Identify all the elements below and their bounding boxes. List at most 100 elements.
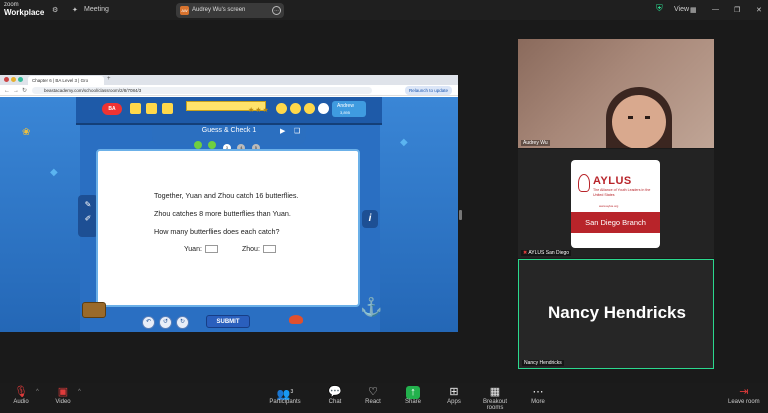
aylus-logo: AYLUS The Alliance of Youth Leaders in t…: [571, 160, 660, 248]
share-button[interactable]: ↑ Share: [402, 386, 424, 405]
breakout-icon: ▦: [489, 386, 501, 398]
browser-addressbar: ←→↻ beastacademy.com/school/classroom/2/…: [0, 85, 458, 96]
leave-room-button[interactable]: ⇥ Leave room: [728, 386, 760, 405]
aylus-branch: San Diego Branch: [571, 212, 660, 233]
undo-button[interactable]: ↶: [142, 316, 155, 329]
forward-button[interactable]: ↻: [176, 316, 189, 329]
more-button[interactable]: ⋯ More: [528, 386, 548, 405]
zoom-brand: zoom Workplace: [4, 1, 44, 17]
stars-icon: ★★★: [248, 107, 270, 114]
treasure-chest-icon: [82, 302, 106, 318]
aylus-title: AYLUS: [593, 175, 632, 187]
apps-icon: ⊞: [449, 386, 459, 398]
url-field[interactable]: beastacademy.com/school/classroom/2/8/70…: [32, 87, 372, 94]
tile-name: ✖ AYLUS San Diego: [521, 250, 572, 256]
avatar-box[interactable]: Andrew 3,895: [332, 101, 366, 117]
book-icon[interactable]: [146, 103, 157, 114]
crab-icon: [289, 315, 303, 324]
browser-tab[interactable]: Chapter 6 | BA Level 3 | Gro: [28, 76, 104, 85]
eraser-icon[interactable]: ✐: [78, 214, 98, 223]
chevron-up-icon[interactable]: ^: [78, 389, 81, 395]
breakout-button[interactable]: ▦ Breakout rooms: [474, 386, 516, 411]
coin-count: 3,895: [340, 110, 351, 115]
ocean-right: [380, 97, 458, 332]
trophy-icon[interactable]: [276, 103, 287, 114]
minimize-icon[interactable]: —: [712, 6, 719, 13]
meeting-info-icon[interactable]: ✦: [72, 6, 78, 14]
level-tab: Guess & Check 1 3 4 5 ▶ ❑: [152, 125, 306, 152]
play-icon[interactable]: ▶: [280, 127, 285, 135]
more-icon: ⋯: [532, 386, 544, 398]
yuan-label: Yuan:: [184, 245, 202, 253]
participants-button[interactable]: 👥3 Participants: [266, 386, 304, 405]
apps-button[interactable]: ⊞ Apps: [444, 386, 464, 405]
yuan-answer: Yuan:: [184, 245, 218, 253]
question-line-2: Zhou catches 8 more butterflies than Yua…: [154, 209, 291, 218]
nav-arrows-icon[interactable]: ←→↻: [4, 87, 30, 94]
video-off-icon: ▣: [57, 386, 69, 398]
chat-icon: 💬: [328, 386, 342, 398]
back-button[interactable]: ↺: [159, 316, 172, 329]
fish-icon: ◆: [50, 167, 58, 178]
participants-icon: 👥3: [276, 388, 294, 401]
more-options-icon[interactable]: …: [272, 6, 281, 15]
mic-muted-icon: ✖: [523, 250, 528, 256]
brand-workplace: Workplace: [4, 8, 45, 17]
video-button[interactable]: ▣ Video: [50, 386, 76, 405]
tile-name: Nancy Hendricks: [522, 360, 564, 366]
puzzle-icon[interactable]: [162, 103, 173, 114]
participant-eyes: [628, 116, 650, 119]
problem-dot[interactable]: [208, 141, 217, 149]
react-label: React: [365, 399, 381, 405]
submit-button[interactable]: SUBMIT: [206, 315, 250, 328]
maximize-icon[interactable]: ❐: [734, 6, 740, 14]
shield-icon[interactable]: ⛨: [656, 3, 663, 14]
tools-panel: ✎ ✐: [78, 195, 98, 237]
sharer-avatar: AW: [180, 6, 189, 15]
ocean-left: [0, 97, 80, 332]
question-line-1: Together, Yuan and Zhou catch 16 butterf…: [154, 191, 299, 200]
problem-dot[interactable]: [194, 141, 202, 149]
close-icon[interactable]: ✕: [756, 6, 762, 14]
share-icon: ↑: [406, 386, 420, 399]
zhou-label: Zhou:: [242, 245, 260, 253]
yuan-input[interactable]: [204, 245, 218, 253]
audio-button[interactable]: 🎙 Audio: [8, 386, 34, 405]
react-button[interactable]: ♡ React: [362, 386, 384, 405]
book-open-icon[interactable]: ❑: [294, 127, 300, 135]
help-icon[interactable]: [290, 103, 301, 114]
view-grid-icon[interactable]: ▦: [690, 6, 697, 14]
view-button[interactable]: View: [674, 6, 689, 13]
chevron-up-icon[interactable]: ^: [36, 389, 39, 395]
top-bar: zoom Workplace ⚙ ✦ Meeting AW Audrey Wu'…: [0, 0, 768, 20]
video-tile-aylus[interactable]: AYLUS The Alliance of Youth Leaders in t…: [518, 149, 714, 258]
shared-screen-label: Audrey Wu's screen: [192, 7, 246, 13]
game-header: BA ★★★ Andrew 3,895: [76, 97, 382, 125]
beast-logo[interactable]: BA: [102, 103, 122, 115]
leave-icon: ⇥: [739, 386, 749, 398]
participants-label: Participants: [269, 399, 301, 405]
video-tile-audrey[interactable]: Audrey Wu: [518, 39, 714, 148]
profile-icon[interactable]: [318, 103, 329, 114]
video-tile-nancy[interactable]: Nancy Hendricks Nancy Hendricks: [518, 259, 714, 369]
zhou-input[interactable]: [262, 245, 276, 253]
info-button[interactable]: i: [362, 210, 378, 228]
meeting-toolbar: 🎙 Audio ^ ▣ Video ^ 👥3 Participants 💬 Ch…: [0, 383, 768, 413]
breakout-label: Breakout rooms: [482, 399, 507, 411]
browser-tabbar: Chapter 6 | BA Level 3 | Gro +: [0, 75, 458, 85]
video-label: Video: [55, 399, 71, 405]
tile-name-text: AYLUS San Diego: [528, 250, 570, 256]
shared-screen-pill[interactable]: AW Audrey Wu's screen …: [176, 3, 284, 18]
gear-icon[interactable]: ⚙: [52, 6, 58, 14]
relaunch-button[interactable]: Relaunch to update: [404, 86, 452, 95]
home-icon[interactable]: [130, 103, 141, 114]
meeting-label[interactable]: Meeting: [84, 6, 109, 13]
chat-label: Chat: [328, 399, 342, 405]
fish-icon: ◆: [400, 137, 408, 148]
share-label: Share: [404, 399, 421, 405]
pencil-icon[interactable]: ✎: [78, 200, 98, 209]
new-tab-icon[interactable]: +: [107, 76, 111, 82]
settings-icon[interactable]: [304, 103, 315, 114]
splitter-handle[interactable]: [459, 210, 462, 220]
chat-button[interactable]: 💬 Chat: [324, 386, 346, 405]
